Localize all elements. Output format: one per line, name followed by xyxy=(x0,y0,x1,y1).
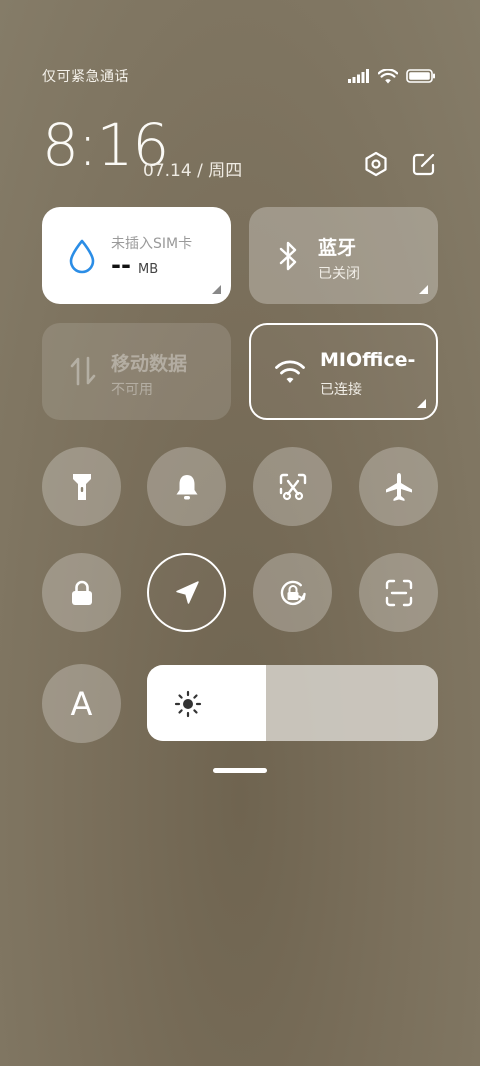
mobile-data-status: 不可用 xyxy=(111,382,153,398)
bell-icon xyxy=(176,474,197,499)
bluetooth-status: 已关闭 xyxy=(318,266,360,282)
mobile-data-title: 移动数据 xyxy=(111,353,188,375)
bluetooth-title: 蓝牙 xyxy=(318,237,357,259)
wifi-status-icon xyxy=(378,68,398,83)
airplane-icon xyxy=(385,472,412,501)
screenshot-toggle[interactable] xyxy=(253,447,332,526)
tile-corner-marker xyxy=(212,285,221,294)
wifi-tile[interactable]: MIOffice- 已连接 xyxy=(249,323,438,420)
brightness-fill xyxy=(147,665,267,741)
rotation-lock-icon xyxy=(280,580,306,605)
data-arrows-icon xyxy=(70,356,96,386)
rotation-lock-toggle[interactable] xyxy=(253,553,332,632)
tile-corner-marker xyxy=(419,285,428,294)
water-drop-icon xyxy=(69,239,95,274)
data-usage-value: -- xyxy=(111,251,131,279)
signal-icon xyxy=(348,69,369,83)
gear-icon xyxy=(365,151,387,177)
brightness-slider[interactable] xyxy=(147,665,438,741)
mute-toggle[interactable] xyxy=(147,447,226,526)
bluetooth-tile[interactable]: 蓝牙 已关闭 xyxy=(249,207,438,304)
screenshot-icon xyxy=(279,473,306,500)
auto-brightness-toggle[interactable]: A xyxy=(42,664,121,743)
data-usage-unit: MB xyxy=(138,262,159,277)
mobile-data-tile[interactable]: 移动数据 不可用 xyxy=(42,323,231,420)
location-icon xyxy=(175,580,199,604)
lock-icon xyxy=(71,580,92,605)
sim-status-label: 未插入SIM卡 xyxy=(111,236,193,252)
airplane-mode-toggle[interactable] xyxy=(359,447,438,526)
settings-button[interactable] xyxy=(362,150,390,178)
bluetooth-icon xyxy=(279,241,297,271)
auto-brightness-label: A xyxy=(70,684,93,723)
scan-icon xyxy=(385,579,412,606)
battery-icon xyxy=(406,69,435,83)
wifi-status: 已连接 xyxy=(320,382,362,398)
wifi-icon xyxy=(275,360,305,383)
scanner-toggle[interactable] xyxy=(359,553,438,632)
sun-icon xyxy=(174,690,202,718)
location-toggle[interactable] xyxy=(147,553,226,632)
home-indicator[interactable] xyxy=(213,768,267,773)
wifi-title: MIOffice- xyxy=(320,349,416,371)
status-icons xyxy=(348,66,436,86)
edit-button[interactable] xyxy=(410,150,438,178)
carrier-status: 仅可紧急通话 xyxy=(42,69,129,85)
date: 07.14 / 周四 xyxy=(143,161,243,181)
flashlight-toggle[interactable] xyxy=(42,447,121,526)
data-usage-tile[interactable]: 未插入SIM卡 -- MB xyxy=(42,207,231,304)
edit-icon xyxy=(412,153,435,176)
flashlight-icon xyxy=(72,473,91,500)
tile-corner-marker xyxy=(417,399,426,408)
lock-screen-toggle[interactable] xyxy=(42,553,121,632)
